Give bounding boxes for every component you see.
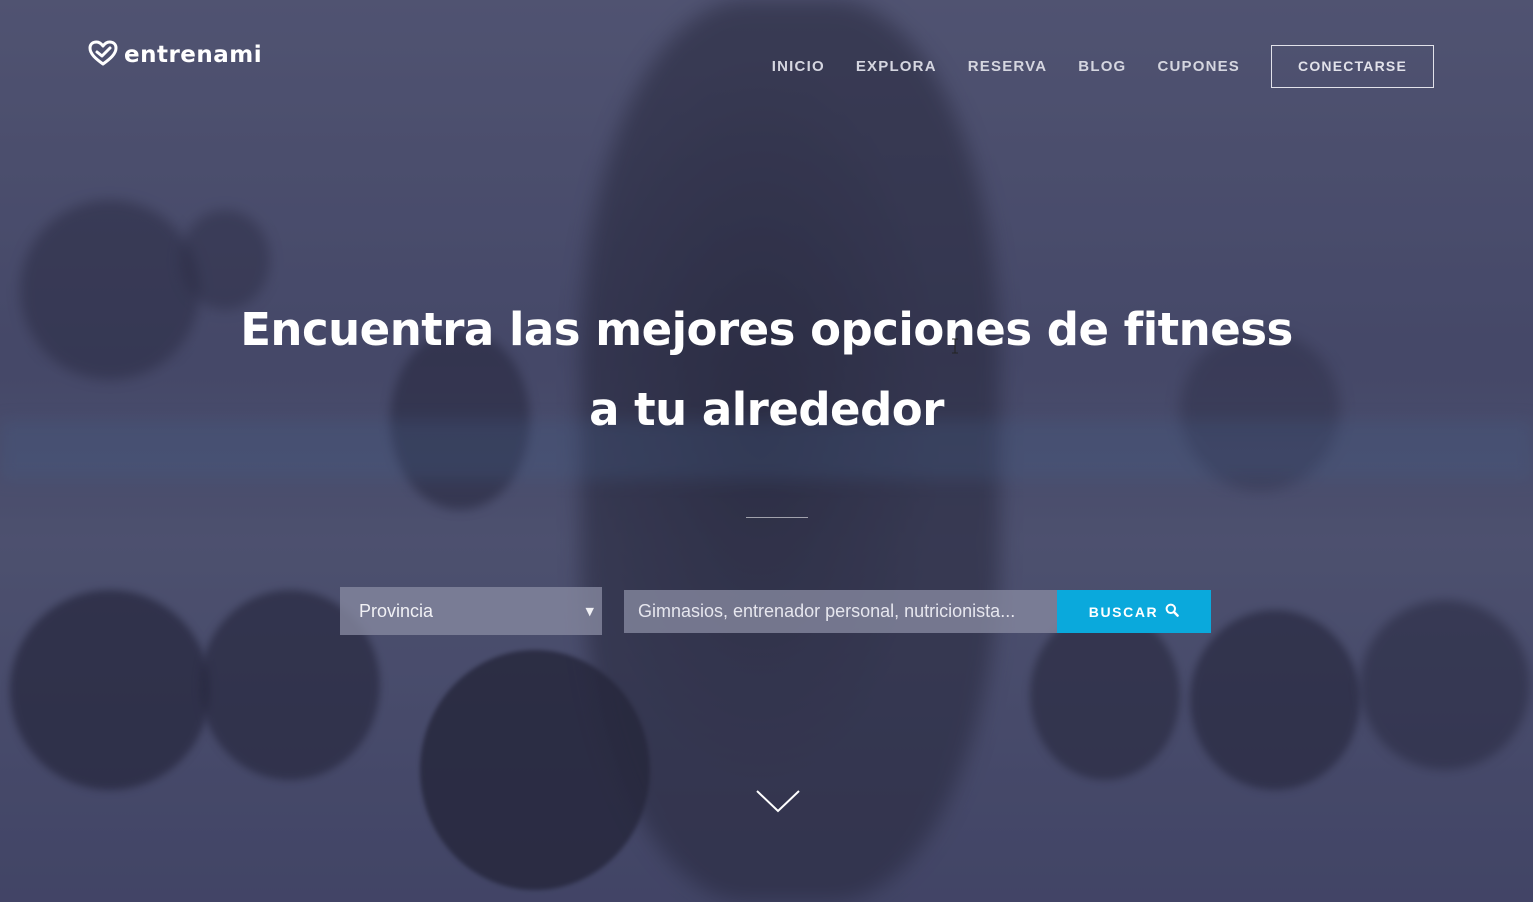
scroll-down-chevron-icon[interactable] — [756, 788, 800, 814]
text-cursor-icon — [951, 338, 959, 354]
search-input[interactable] — [624, 590, 1057, 633]
brand-logo[interactable]: entrenami — [88, 40, 262, 70]
hero-overlay — [0, 0, 1533, 902]
caret-down-icon: ▼ — [585, 604, 594, 618]
hero-title-line2: a tu alrededor — [589, 383, 944, 436]
hero-title-line1: Encuentra las mejores opciones de fitnes… — [240, 303, 1293, 356]
heart-check-icon — [88, 40, 118, 70]
brand-name: entrenami — [124, 42, 263, 68]
nav-item-explora[interactable]: EXPLORA — [856, 58, 937, 75]
hero-headline: Encuentra las mejores opciones de fitnes… — [0, 290, 1533, 450]
login-button[interactable]: CONECTARSE — [1271, 45, 1434, 88]
nav-item-blog[interactable]: BLOG — [1078, 58, 1126, 75]
search-icon — [1165, 602, 1180, 621]
province-select-value: Provincia — [359, 600, 434, 621]
main-nav: INICIO EXPLORA RESERVA BLOG CUPONES CONE… — [741, 45, 1434, 88]
search-button-label: BUSCAR — [1088, 603, 1159, 620]
search-button[interactable]: BUSCAR — [1057, 590, 1211, 633]
province-select[interactable]: Provincia ▼ — [340, 587, 602, 635]
nav-item-inicio[interactable]: INICIO — [772, 58, 825, 75]
hero-divider — [746, 517, 808, 518]
nav-item-cupones[interactable]: CUPONES — [1157, 58, 1240, 75]
nav-item-reserva[interactable]: RESERVA — [968, 58, 1048, 75]
